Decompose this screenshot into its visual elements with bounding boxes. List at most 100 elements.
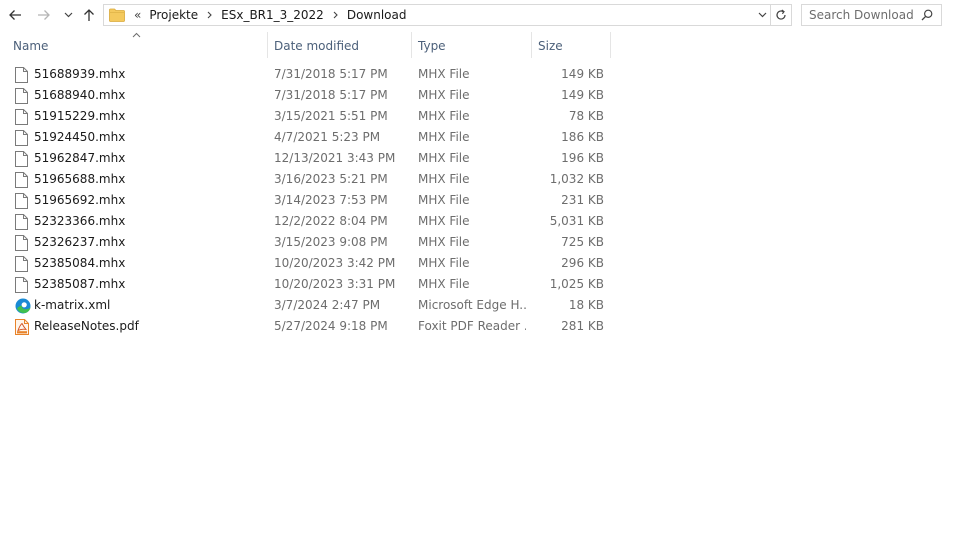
breadcrumb-chevron-icon[interactable] <box>333 11 338 19</box>
back-button[interactable] <box>5 5 25 25</box>
file-size: 231 KB <box>561 193 604 207</box>
file-icon <box>15 232 31 253</box>
file-type: MHX File <box>418 88 470 102</box>
file-date-modified: 7/31/2018 5:17 PM <box>274 67 388 81</box>
file-icon <box>15 106 31 127</box>
file-type: Foxit PDF Reader ... <box>418 319 526 333</box>
arrow-right-icon <box>38 10 50 20</box>
address-bar[interactable]: « Projekte ESx_BR1_3_2022 Download <box>103 4 792 26</box>
file-row-51688939-mhx[interactable]: 51688939.mhx 7/31/2018 5:17 PM MHX File … <box>0 64 955 85</box>
file-name: 51965688.mhx <box>34 172 126 186</box>
file-date-modified: 4/7/2021 5:23 PM <box>274 130 381 144</box>
breadcrumb-projekte[interactable]: Projekte <box>149 8 198 22</box>
column-header-label: Name <box>13 39 49 53</box>
column-header-type[interactable]: Type <box>418 32 530 60</box>
file-explorer-window: « Projekte ESx_BR1_3_2022 Download Searc… <box>0 0 955 534</box>
column-header-row: Name Date modified Type Size <box>0 32 955 60</box>
column-resize-handle[interactable] <box>411 32 412 58</box>
file-type: MHX File <box>418 214 470 228</box>
file-type: MHX File <box>418 109 470 123</box>
file-name: 52326237.mhx <box>34 235 126 249</box>
column-header-date-modified[interactable]: Date modified <box>274 32 410 60</box>
search-input[interactable] <box>809 8 917 22</box>
file-icon <box>15 253 31 274</box>
file-row-51915229-mhx[interactable]: 51915229.mhx 3/15/2021 5:51 PM MHX File … <box>0 106 955 127</box>
file-name: 52385084.mhx <box>34 256 126 270</box>
file-row-51965688-mhx[interactable]: 51965688.mhx 3/16/2023 5:21 PM MHX File … <box>0 169 955 190</box>
file-name: 51962847.mhx <box>34 151 126 165</box>
file-date-modified: 7/31/2018 5:17 PM <box>274 88 388 102</box>
file-icon <box>15 211 31 232</box>
file-size: 196 KB <box>561 151 604 165</box>
file-size: 5,031 KB <box>549 214 604 228</box>
refresh-icon <box>776 9 786 20</box>
column-header-name[interactable]: Name <box>13 32 267 60</box>
file-icon <box>15 169 31 190</box>
search-box[interactable] <box>801 4 942 26</box>
column-resize-handle[interactable] <box>531 32 532 58</box>
file-date-modified: 10/20/2023 3:31 PM <box>274 277 396 291</box>
folder-icon <box>109 8 125 22</box>
file-type: MHX File <box>418 151 470 165</box>
file-row-51924450-mhx[interactable]: 51924450.mhx 4/7/2021 5:23 PM MHX File 1… <box>0 127 955 148</box>
chevron-down-icon <box>758 12 766 18</box>
file-icon <box>15 64 31 85</box>
column-header-label: Date modified <box>274 39 360 53</box>
file-size: 149 KB <box>561 67 604 81</box>
file-list[interactable]: 51688939.mhx 7/31/2018 5:17 PM MHX File … <box>0 64 955 337</box>
forward-button[interactable] <box>34 5 54 25</box>
file-date-modified: 12/2/2022 8:04 PM <box>274 214 388 228</box>
file-size: 18 KB <box>568 298 604 312</box>
file-row-52385087-mhx[interactable]: 52385087.mhx 10/20/2023 3:31 PM MHX File… <box>0 274 955 295</box>
column-resize-handle[interactable] <box>610 32 611 58</box>
navigation-bar: « Projekte ESx_BR1_3_2022 Download <box>0 0 955 30</box>
address-history-button[interactable] <box>754 5 770 25</box>
refresh-button[interactable] <box>771 5 791 25</box>
file-type: MHX File <box>418 67 470 81</box>
edge-icon <box>15 295 31 316</box>
breadcrumb-overflow-button[interactable]: « <box>134 8 141 22</box>
file-row-releasenotes-pdf[interactable]: ReleaseNotes.pdf 5/27/2024 9:18 PM Foxit… <box>0 316 955 337</box>
chevron-down-icon <box>64 12 72 18</box>
file-icon <box>15 85 31 106</box>
file-size: 186 KB <box>561 130 604 144</box>
up-button[interactable] <box>79 5 99 25</box>
file-name: 51924450.mhx <box>34 130 126 144</box>
recent-locations-button[interactable] <box>61 5 75 25</box>
file-name: 51915229.mhx <box>34 109 126 123</box>
file-name: 51688939.mhx <box>34 67 126 81</box>
file-date-modified: 3/7/2024 2:47 PM <box>274 298 381 312</box>
file-date-modified: 10/20/2023 3:42 PM <box>274 256 396 270</box>
file-size: 1,032 KB <box>549 172 604 186</box>
file-row-52326237-mhx[interactable]: 52326237.mhx 3/15/2023 9:08 PM MHX File … <box>0 232 955 253</box>
file-row-51965692-mhx[interactable]: 51965692.mhx 3/14/2023 7:53 PM MHX File … <box>0 190 955 211</box>
file-name: ReleaseNotes.pdf <box>34 319 139 333</box>
file-row-52385084-mhx[interactable]: 52385084.mhx 10/20/2023 3:42 PM MHX File… <box>0 253 955 274</box>
file-icon <box>15 148 31 169</box>
file-row-51688940-mhx[interactable]: 51688940.mhx 7/31/2018 5:17 PM MHX File … <box>0 85 955 106</box>
arrow-up-icon <box>84 9 94 21</box>
file-row-52323366-mhx[interactable]: 52323366.mhx 12/2/2022 8:04 PM MHX File … <box>0 211 955 232</box>
column-resize-handle[interactable] <box>267 32 268 58</box>
file-name: 52323366.mhx <box>34 214 126 228</box>
breadcrumb-download[interactable]: Download <box>347 8 407 22</box>
file-size: 725 KB <box>561 235 604 249</box>
file-type: MHX File <box>418 277 470 291</box>
file-size: 78 KB <box>568 109 604 123</box>
search-button[interactable] <box>917 5 937 25</box>
breadcrumb-chevron-icon[interactable] <box>207 11 212 19</box>
column-header-size[interactable]: Size <box>538 32 610 60</box>
file-icon <box>15 127 31 148</box>
file-date-modified: 5/27/2024 9:18 PM <box>274 319 388 333</box>
file-size: 1,025 KB <box>549 277 604 291</box>
arrow-left-icon <box>9 10 21 20</box>
file-name: 52385087.mhx <box>34 277 126 291</box>
file-type: MHX File <box>418 193 470 207</box>
file-type: MHX File <box>418 256 470 270</box>
file-type: Microsoft Edge H... <box>418 298 526 312</box>
breadcrumb-esx-br1[interactable]: ESx_BR1_3_2022 <box>221 8 324 22</box>
file-row-51962847-mhx[interactable]: 51962847.mhx 12/13/2021 3:43 PM MHX File… <box>0 148 955 169</box>
file-row-k-matrix-xml[interactable]: k-matrix.xml 3/7/2024 2:47 PM Microsoft … <box>0 295 955 316</box>
file-type: MHX File <box>418 172 470 186</box>
file-icon <box>15 190 31 211</box>
